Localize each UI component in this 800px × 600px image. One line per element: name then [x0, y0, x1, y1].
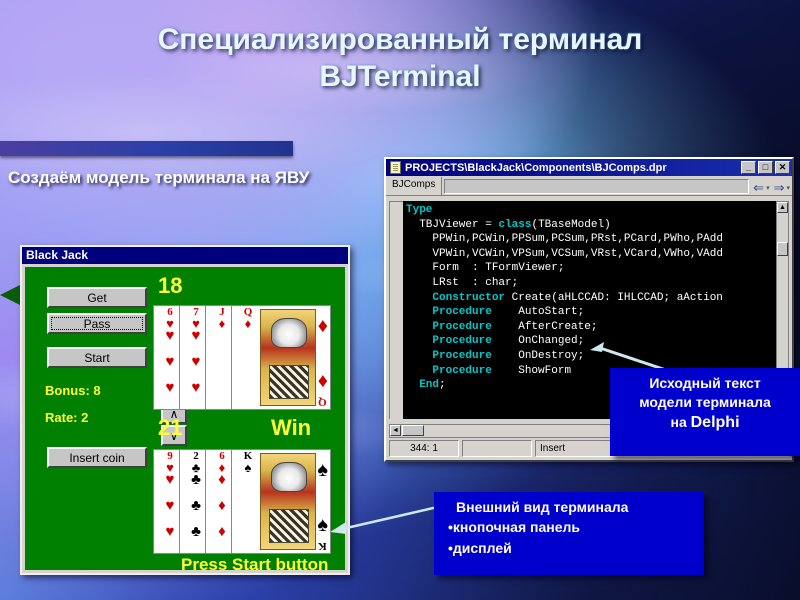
card-pip-icon: ♥: [191, 353, 201, 370]
card-pip-icon: ♥: [165, 471, 175, 488]
callout-view-header: Внешний вид терминала: [456, 499, 629, 515]
title-line-2: BJTerminal: [319, 59, 481, 93]
bonus-label: Bonus: 8: [45, 383, 101, 398]
callout-view-bullet-1: •кнопочная панель: [448, 519, 580, 536]
minimize-button[interactable]: _: [741, 161, 756, 174]
card-pip-icon: ♥: [191, 327, 201, 344]
start-button[interactable]: Start: [47, 347, 147, 368]
modified-indicator: [462, 440, 532, 457]
card-suit-icon: ♦: [244, 316, 252, 331]
card-pip-icon: ♥: [165, 327, 175, 344]
card-pip-icon: ♥: [165, 353, 175, 370]
prompt-message: Press Start button: [181, 555, 329, 570]
editor-tabbar: BJComps ⇐ ▾ ⇒ ▾: [386, 176, 792, 196]
card-pip-icon: ♣: [191, 497, 201, 514]
blackjack-titlebar: Black Jack: [22, 247, 348, 264]
callout-delphi-line1: Исходный текст: [649, 375, 761, 391]
card-pip-icon: ♣: [191, 471, 201, 488]
editor-title-text: PROJECTS\BlackJack\Components\BJComps.dp…: [405, 161, 667, 174]
tabbar-filler: [444, 179, 750, 194]
cursor-position: 344: 1: [389, 440, 459, 457]
card-face-artwork: [260, 309, 316, 406]
nav-back-icon[interactable]: ⇐: [751, 181, 766, 195]
vertical-scroll-thumb[interactable]: [777, 242, 788, 256]
card-suit-icon: ♠: [244, 460, 252, 475]
dealer-score: 18: [158, 273, 183, 298]
card-pip-icon: ♥: [191, 379, 201, 396]
card-suit-icon: ♦: [317, 370, 328, 392]
card-suit-icon: ♠: [317, 514, 328, 536]
editor-gutter: [389, 201, 403, 419]
card-rank: Q: [318, 396, 327, 408]
callout-view-bullet-2: •дисплей: [448, 539, 512, 556]
card-pip-icon: ♥: [165, 497, 175, 514]
horizontal-scroll-thumb[interactable]: [402, 425, 424, 436]
callout-delphi-line2: модели терминала: [639, 393, 771, 410]
slide: Специализированный терминал BJTerminal С…: [0, 0, 800, 600]
nav-forward-icon[interactable]: ⇒: [772, 181, 787, 195]
blackjack-window: Black Jack Get Pass Start Insert coin Bo…: [20, 245, 350, 575]
nav-forward-dropdown-icon[interactable]: ▾: [786, 185, 792, 195]
scroll-up-button[interactable]: ▲: [777, 202, 788, 213]
card-suit-icon: ♠: [317, 459, 328, 481]
card-rank: K: [318, 540, 327, 552]
close-button[interactable]: ✕: [775, 161, 790, 174]
card-pip-icon: ♣: [191, 523, 201, 540]
card-pip-icon: ♦: [218, 523, 226, 540]
playing-card: Q ♦ ♦ ♦ Q: [231, 305, 331, 410]
callout-terminal-appearance: Внешний вид терминала •кнопочная панель …: [434, 492, 704, 575]
callout-delphi-source: Исходный текст модели терминала на Delph…: [610, 368, 800, 456]
card-pip-icon: ♥: [165, 523, 175, 540]
result-label: Win: [271, 415, 312, 440]
card-pip-icon: ♦: [218, 471, 226, 488]
callout-delphi-line3-prefix: на: [670, 413, 691, 430]
pass-button[interactable]: Pass: [47, 313, 147, 334]
card-face-artwork: [260, 453, 316, 550]
callout-delphi-line3: на Delphi: [610, 412, 800, 433]
card-pip-icon: ♥: [165, 379, 175, 396]
callout-delphi-line3-word: Delphi: [690, 413, 740, 431]
document-icon: [390, 161, 401, 174]
page-title: Специализированный терминал BJTerminal: [0, 22, 800, 95]
tab-bjcomps[interactable]: BJComps: [386, 177, 443, 195]
blackjack-surface: Get Pass Start Insert coin Bonus: 8 Rate…: [25, 267, 345, 570]
title-line-1: Специализированный терминал: [157, 23, 643, 56]
title-divider-bar: [0, 141, 293, 156]
player-score: 21: [158, 415, 183, 440]
card-corner: K ♠: [235, 451, 261, 475]
subtitle: Создаём модель терминала на ЯВУ: [8, 168, 310, 187]
maximize-button[interactable]: □: [758, 161, 773, 174]
rate-label: Rate: 2: [45, 410, 89, 425]
card-pip-icon: ♦: [218, 497, 226, 514]
card-suit-icon: ♦: [317, 315, 328, 337]
insert-coin-button[interactable]: Insert coin: [47, 447, 147, 468]
card-corner: Q ♦: [235, 307, 261, 331]
get-button[interactable]: Get: [47, 287, 147, 308]
scroll-left-button[interactable]: ◄: [390, 425, 401, 436]
playing-card: K ♠ ♠ ♠ K: [231, 449, 331, 554]
editor-titlebar: PROJECTS\BlackJack\Components\BJComps.dp…: [386, 159, 792, 176]
source-code: Type TBJViewer = class(TBaseModel) PPWin…: [406, 204, 723, 392]
